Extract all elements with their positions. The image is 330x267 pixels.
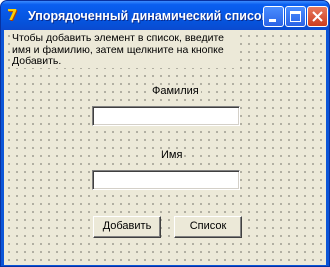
title-bar[interactable]: 7 Упорядоченный динамический список [1,1,329,30]
add-button[interactable]: Добавить [93,216,161,238]
name-label: Имя [159,149,185,162]
app-window: 7 Упорядоченный динамический список Чтоб… [0,0,330,267]
instruction-text: Чтобы добавить элемент в список, введите… [12,32,234,68]
close-icon [312,11,323,22]
close-button[interactable] [307,6,328,27]
surname-label: Фамилия [150,85,201,98]
name-input[interactable] [92,170,240,190]
surname-input[interactable] [92,106,240,126]
maximize-icon [290,11,301,22]
window-title: Упорядоченный динамический список [28,9,268,23]
list-button[interactable]: Список [174,216,242,238]
delphi-app-icon[interactable]: 7 [7,7,23,23]
minimize-button[interactable] [263,6,284,27]
minimize-icon [269,19,276,22]
maximize-button[interactable] [285,6,306,27]
form-client-area: Чтобы добавить элемент в список, введите… [4,30,326,265]
